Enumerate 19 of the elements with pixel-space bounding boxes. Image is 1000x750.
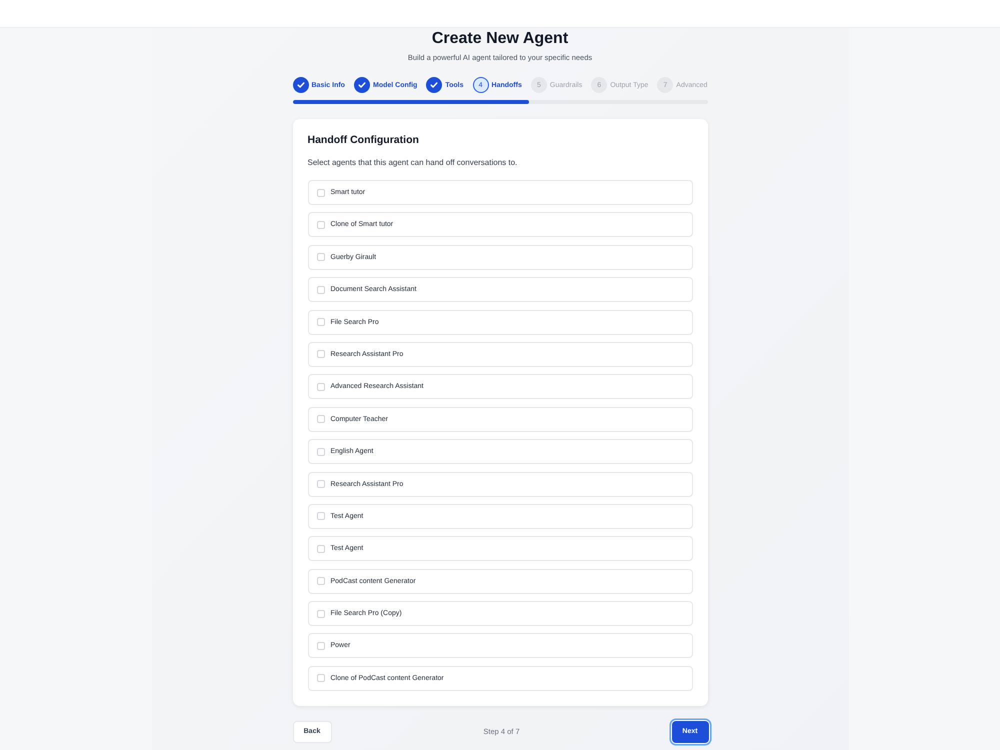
card-description: Select agents that this agent can hand off conversations to. bbox=[308, 158, 518, 168]
checkbox[interactable] bbox=[316, 544, 324, 553]
checkbox[interactable] bbox=[316, 577, 324, 586]
checkbox[interactable] bbox=[316, 253, 324, 262]
checkbox[interactable] bbox=[316, 350, 324, 358]
card-title: Handoff Configuration bbox=[308, 134, 420, 147]
page-title: Create New Agent bbox=[430, 29, 570, 49]
checkbox[interactable] bbox=[316, 448, 324, 456]
checkbox[interactable] bbox=[316, 642, 324, 650]
checkbox[interactable] bbox=[316, 480, 324, 488]
checkbox[interactable] bbox=[316, 220, 324, 229]
checkbox[interactable] bbox=[316, 188, 324, 196]
checkbox[interactable] bbox=[316, 318, 324, 326]
checkbox[interactable] bbox=[316, 415, 324, 424]
checkbox[interactable] bbox=[316, 610, 324, 618]
checkbox[interactable] bbox=[316, 382, 324, 391]
checkbox[interactable] bbox=[316, 286, 324, 294]
checkbox[interactable] bbox=[316, 674, 324, 682]
checkbox[interactable] bbox=[316, 512, 324, 520]
